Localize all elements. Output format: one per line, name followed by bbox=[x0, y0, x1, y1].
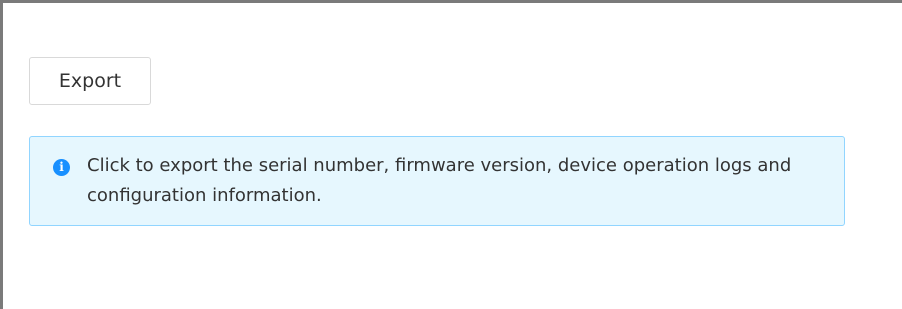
info-notice: i Click to export the serial number, fir… bbox=[29, 136, 845, 226]
info-notice-text: Click to export the serial number, firmw… bbox=[87, 155, 792, 206]
export-button[interactable]: Export bbox=[29, 57, 151, 105]
export-panel: Export i Click to export the serial numb… bbox=[0, 0, 902, 309]
info-icon: i bbox=[53, 159, 70, 176]
